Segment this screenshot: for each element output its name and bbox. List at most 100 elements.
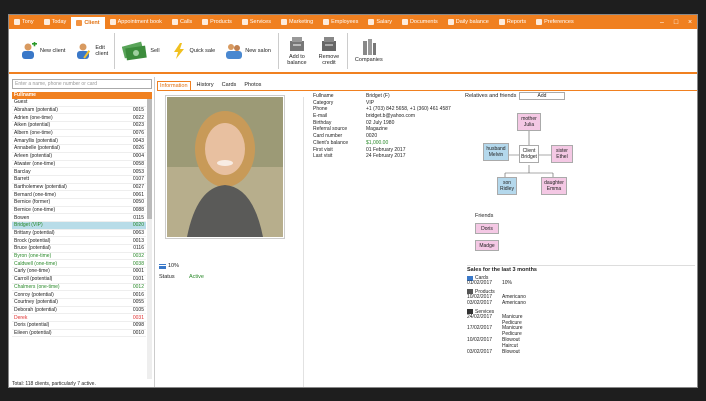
info-value: 24 February 2017 — [366, 153, 406, 160]
info-row: Card number 0020 — [313, 133, 463, 140]
info-value: Magazine — [366, 126, 388, 133]
client-row[interactable]: Arleen (potential) 0004 — [12, 153, 146, 161]
tab-appointment-book[interactable]: Appointment book — [105, 15, 167, 29]
client-row[interactable]: Caldwell (one-time) 0038 — [12, 260, 146, 269]
tab-services[interactable]: Services — [237, 15, 276, 29]
client-card-number: 0027 — [132, 183, 144, 190]
client-row[interactable]: Bowen 0115 — [12, 214, 146, 222]
tab-today[interactable]: Today — [39, 15, 72, 29]
tab-products[interactable]: Products — [197, 15, 237, 29]
tab-documents[interactable]: Documents — [397, 15, 443, 29]
quick-sale-button[interactable]: Quick sale — [165, 31, 221, 71]
client-row[interactable]: Carly (one-time) 0001 — [12, 268, 146, 276]
client-row[interactable]: Deborah (potential) 0105 — [12, 307, 146, 315]
detail-tab-history[interactable]: History — [195, 81, 216, 90]
client-card-number: 0063 — [132, 230, 144, 237]
companies-button[interactable]: Companies — [350, 31, 388, 71]
sell-button[interactable]: Sell — [117, 31, 164, 71]
friend-doris[interactable]: Doris — [475, 223, 499, 234]
client-card-number: 0088 — [132, 206, 144, 213]
relative-daughter[interactable]: daughter Emma — [541, 177, 567, 195]
detail-tab-information[interactable]: Information — [157, 81, 191, 90]
edit-client-button[interactable]: Edit client — [70, 31, 112, 71]
client-row[interactable]: Bernice (one-time) 0088 — [12, 207, 146, 215]
client-row[interactable]: Eileen (potential) 0010 — [12, 330, 146, 338]
tab-daily-balance[interactable]: Daily balance — [443, 15, 494, 29]
client-row[interactable]: Byron (one-time) 0032 — [12, 253, 146, 261]
client-card-number: 0076 — [132, 130, 144, 137]
client-row[interactable]: Courtney (potential) 0055 — [12, 299, 146, 307]
client-card-number: 0020 — [132, 222, 144, 229]
tab-reports[interactable]: Reports — [494, 15, 531, 29]
tab-tony[interactable]: Tony — [9, 15, 39, 29]
client-card-number: 0043 — [132, 137, 144, 144]
friend-madge[interactable]: Madge — [475, 240, 499, 251]
client-name: Carroll (potential) — [14, 276, 53, 283]
tab-marketing[interactable]: Marketing — [276, 15, 318, 29]
tab-preferences[interactable]: Preferences — [531, 15, 579, 29]
companies-label: Companies — [354, 57, 383, 63]
client-row[interactable]: Albern (one-time) 0076 — [12, 130, 146, 138]
client-row[interactable]: Doris (potential) 0098 — [12, 322, 146, 330]
minimize-icon[interactable]: – — [657, 17, 667, 27]
client-row[interactable]: Annabelle (potential) 0026 — [12, 145, 146, 153]
client-row[interactable]: Bernice (former) 0050 — [12, 199, 146, 207]
client-row[interactable]: Bartholemew (potential) 0027 — [12, 184, 146, 192]
info-key: Category — [313, 99, 334, 106]
client-row[interactable]: Guest — [12, 99, 146, 107]
client-row[interactable]: Chalmers (one-time) 0012 — [12, 284, 146, 292]
client-row[interactable]: Atwater (one-time) 0058 — [12, 161, 146, 169]
tab-salary[interactable]: Salary — [363, 15, 397, 29]
info-value: +1 (703) 842 5658, +1 (360) 461 4587 — [366, 106, 451, 113]
client-row[interactable]: Bruce (potential) 0116 — [12, 245, 146, 253]
tab-employees[interactable]: Employees — [318, 15, 363, 29]
sales-row: 01/02/2017 10% — [467, 280, 695, 287]
info-key: First visit — [313, 146, 333, 153]
tab-client[interactable]: Client — [71, 15, 105, 29]
list-scrollbar[interactable] — [147, 99, 152, 379]
client-name: Annabelle (potential) — [14, 145, 60, 152]
relative-mother[interactable]: mother Julia — [517, 113, 541, 131]
relative-sister[interactable]: sister Ethel — [551, 145, 573, 163]
client-row[interactable]: Amaryllis (potential) 0043 — [12, 137, 146, 146]
scrollbar-thumb[interactable] — [147, 99, 152, 219]
client-row[interactable]: Aiken (potential) 0023 — [12, 122, 146, 130]
client-name: Barclay — [14, 168, 31, 175]
client-row[interactable]: Derek 0031 — [12, 314, 146, 322]
info-value: bridget.b@yahoo.com — [366, 113, 415, 120]
client-row[interactable]: Bridget (VIP) 0020 — [12, 222, 146, 230]
remove-credit-button[interactable]: Remove credit — [313, 31, 345, 71]
client-row[interactable]: Bernard (one-time) 0061 — [12, 191, 146, 199]
detail-tab-photos[interactable]: Photos — [242, 81, 263, 90]
main-tab-strip: Tony Today Client Appointment book Calls Prod… — [9, 15, 697, 29]
client-row[interactable]: Brock (potential) 0013 — [12, 237, 146, 246]
add-to-balance-button[interactable]: Add to balance — [281, 31, 313, 71]
tab-calls[interactable]: Calls — [167, 15, 197, 29]
new-salon-button[interactable]: New salon — [220, 31, 276, 71]
client-row[interactable]: Conroy (potential) 0016 — [12, 291, 146, 299]
relative-client[interactable]: Client Bridget — [519, 145, 539, 163]
client-row[interactable]: Barclay 0053 — [12, 168, 146, 176]
client-row[interactable]: Barrett 0107 — [12, 176, 146, 184]
tab-icon — [447, 19, 454, 25]
client-row[interactable]: Brittany (potential) 0063 — [12, 230, 146, 238]
detail-tab-cards[interactable]: Cards — [220, 81, 239, 90]
client-card-number: 0055 — [132, 299, 144, 306]
close-icon[interactable]: × — [685, 17, 695, 27]
info-key: Phone — [313, 106, 328, 113]
tab-label: Daily balance — [455, 19, 489, 25]
new-client-button[interactable]: New client — [15, 31, 70, 71]
relative-son[interactable]: son Ridley — [497, 177, 517, 195]
client-row[interactable]: Adrien (one-time) 0022 — [12, 114, 146, 123]
client-card-number: 0116 — [133, 245, 144, 252]
client-name: Carly (one-time) — [14, 268, 50, 275]
client-row[interactable]: Carroll (potential) 0101 — [12, 276, 146, 284]
maximize-icon[interactable]: □ — [671, 17, 681, 27]
relative-husband[interactable]: husband Melvin — [483, 143, 509, 161]
list-header-fullname[interactable]: Fullname — [12, 92, 152, 99]
sales-date: 03/02/2017 — [467, 299, 493, 306]
search-input[interactable]: Enter a name, phone number or card — [12, 79, 152, 89]
edit-client-label: Edit client — [95, 44, 109, 57]
client-name: Derek — [14, 314, 28, 321]
client-row[interactable]: Abraham (potential) 0015 — [12, 107, 146, 115]
